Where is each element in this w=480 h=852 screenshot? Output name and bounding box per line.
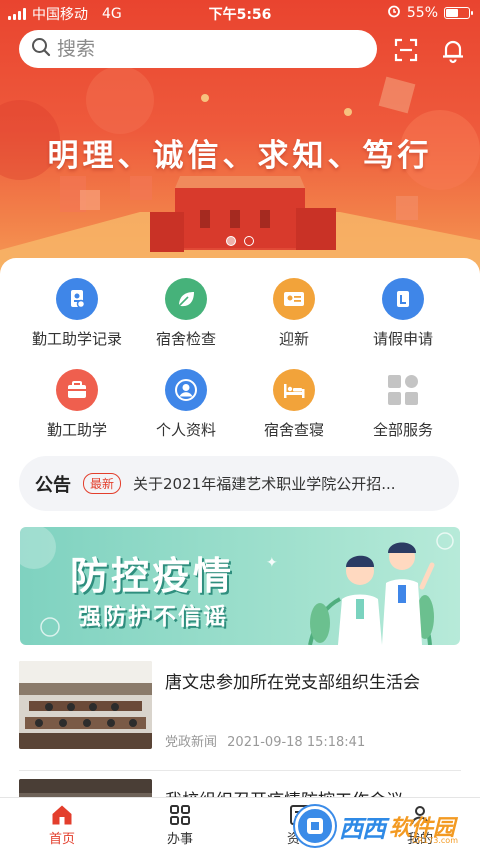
tab-services[interactable]: 办事: [120, 802, 240, 847]
service-leave-request[interactable]: 请假申请: [343, 278, 463, 349]
news-title: 唐文忠参加所在党支部组织生活会: [165, 673, 420, 693]
id-card-icon: [273, 278, 315, 320]
status-right: 55%: [387, 4, 473, 22]
watermark-text: 西西: [339, 814, 386, 843]
bed-icon: [273, 369, 315, 411]
service-label: 宿舍查寝: [263, 421, 324, 439]
epidemic-promo-banner[interactable]: ✦ 防控疫情 强防护不信谣: [20, 527, 460, 645]
status-bar: 中国移动 4G 下午5:56 55%: [0, 0, 480, 26]
search-input[interactable]: [57, 38, 357, 60]
person-icon: [165, 369, 207, 411]
news-thumbnail: [19, 779, 152, 799]
site-watermark: 西西 软件园 CR173.com: [295, 800, 480, 852]
id-badge-icon: [56, 278, 98, 320]
news-date: 2021-09-18 15:18:41: [227, 735, 366, 750]
watermark-url: CR173.com: [411, 836, 458, 845]
service-profile[interactable]: 个人资料: [126, 369, 246, 440]
carousel-dots[interactable]: [0, 236, 480, 246]
notice-title: 公告: [35, 474, 71, 496]
tab-label: 首页: [48, 832, 75, 847]
news-category: 党政新闻: [165, 735, 218, 750]
search-bar[interactable]: [19, 30, 377, 68]
service-label: 迎新: [278, 330, 309, 348]
service-all[interactable]: 全部服务: [343, 369, 463, 440]
service-label: 勤工助学: [46, 421, 107, 439]
carousel-dot[interactable]: [244, 236, 254, 246]
grid-icon: [382, 369, 424, 411]
header-banner: 中国移动 4G 下午5:56 55% 明理、诚信、求知、笃行: [0, 0, 480, 290]
service-dorm-inspection[interactable]: 宿舍查寝: [234, 369, 354, 440]
promo-headline: 防控疫情: [70, 554, 235, 598]
news-thumbnail: [19, 661, 152, 749]
battery-fill: [446, 9, 459, 17]
service-label: 宿舍检查: [155, 330, 216, 348]
news-item[interactable]: 我校组织召开疫情防控工作会议: [19, 779, 461, 799]
service-workstudy[interactable]: 勤工助学: [17, 369, 137, 440]
leaf-icon: [165, 278, 207, 320]
scan-icon[interactable]: [392, 36, 420, 64]
grid-icon: [120, 802, 240, 828]
banner-slogan: 明理、诚信、求知、笃行: [47, 138, 433, 174]
service-workstudy-record[interactable]: 勤工助学记录: [17, 278, 137, 349]
notice-bar[interactable]: 公告 最新 关于2021年福建艺术职业学院公开招...: [19, 456, 459, 511]
briefcase-icon: [56, 369, 98, 411]
service-label: 全部服务: [372, 421, 433, 439]
svg-text:✦: ✦: [266, 555, 278, 571]
search-icon: [31, 37, 51, 61]
service-label: 请假申请: [372, 330, 433, 348]
tab-home[interactable]: 首页: [2, 802, 122, 847]
service-label: 勤工助学记录: [31, 330, 122, 348]
service-welcome[interactable]: 迎新: [234, 278, 354, 349]
document-icon: [382, 278, 424, 320]
home-icon: [2, 802, 122, 828]
notice-text[interactable]: 关于2021年福建艺术职业学院公开招...: [133, 473, 433, 494]
news-meta: 党政新闻 2021-09-18 15:18:41: [165, 731, 365, 750]
battery-percent: 55%: [406, 5, 438, 21]
notice-badge: 最新: [83, 473, 122, 494]
bell-icon[interactable]: [439, 36, 467, 64]
watermark-logo-icon: [295, 806, 335, 846]
promo-subline: 强防护不信谣: [78, 604, 228, 630]
news-item[interactable]: 唐文忠参加所在党支部组织生活会 党政新闻 2021-09-18 15:18:41: [19, 661, 461, 751]
carousel-dot[interactable]: [226, 236, 236, 246]
alarm-icon: [387, 4, 401, 22]
news-divider: [19, 770, 461, 771]
service-label: 个人资料: [155, 421, 216, 439]
battery-icon: [444, 7, 473, 19]
tab-label: 办事: [166, 832, 193, 847]
service-dorm-check[interactable]: 宿舍检查: [126, 278, 246, 349]
